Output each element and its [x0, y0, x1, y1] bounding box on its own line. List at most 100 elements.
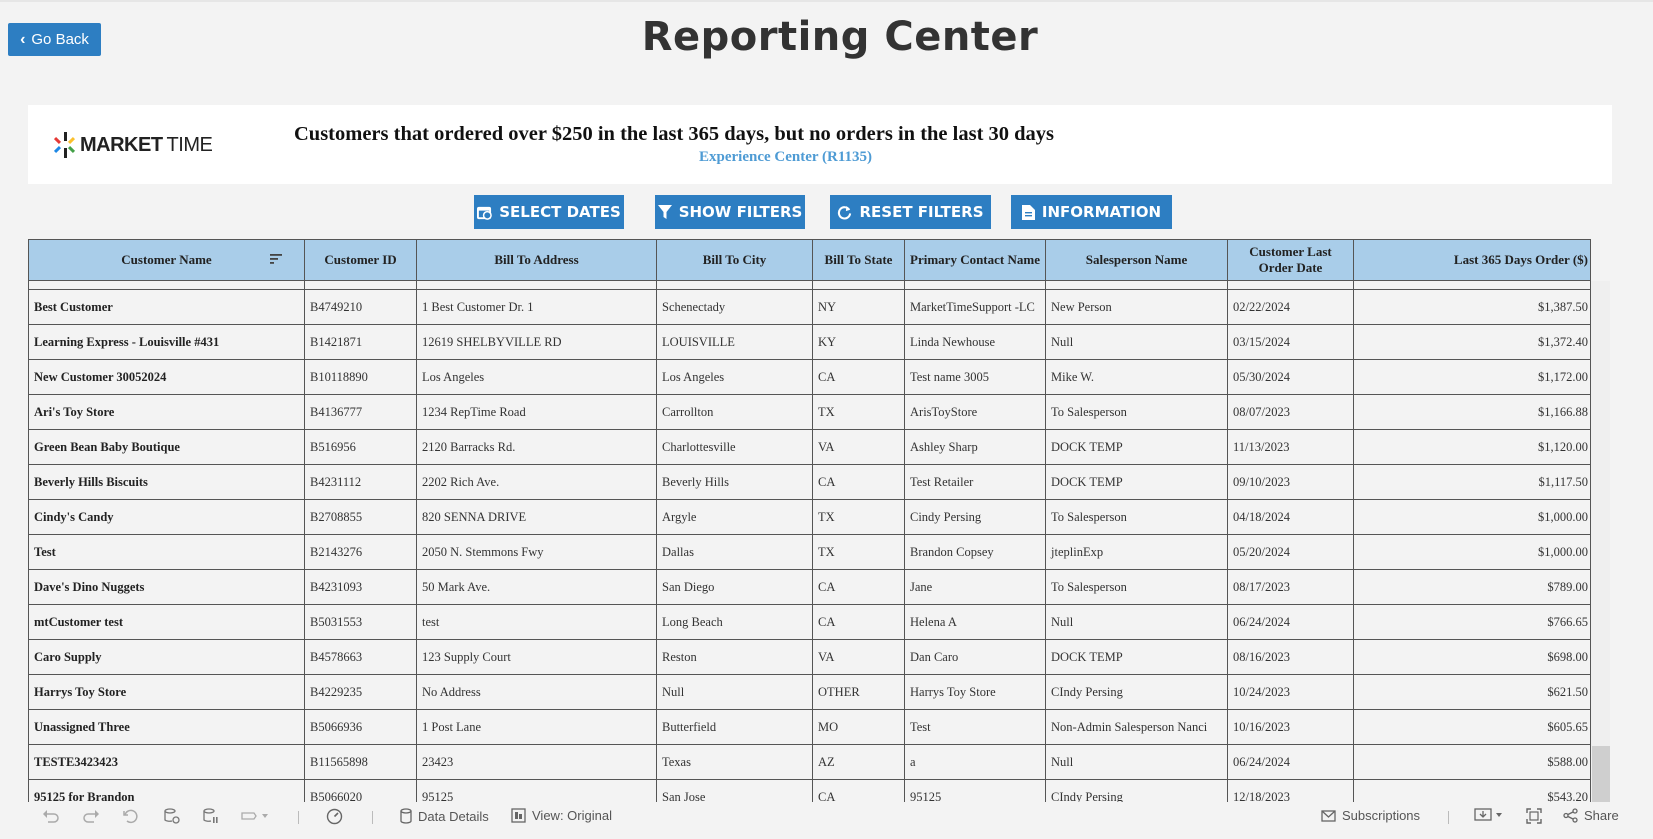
cell-city[interactable]: Carrollton	[656, 394, 813, 430]
cell-salesperson[interactable]: DOCK TEMP	[1045, 639, 1228, 675]
select-dates-button[interactable]: SELECT DATES	[474, 195, 624, 229]
cell-customer-id[interactable]: B4231093	[304, 569, 417, 605]
cell-salesperson[interactable]: CIndy Persing	[1045, 674, 1228, 710]
cell-address[interactable]: 1 Post Lane	[416, 709, 657, 745]
cell-state[interactable]: KY	[812, 324, 905, 360]
cell-customer-id[interactable]: B4229235	[304, 674, 417, 710]
col-primary-contact[interactable]: Primary Contact Name	[904, 239, 1046, 281]
cell-last-order-date[interactable]: 03/15/2024	[1227, 324, 1354, 360]
cell-salesperson[interactable]: Null	[1045, 744, 1228, 780]
sort-icon[interactable]	[270, 253, 282, 265]
table-row[interactable]: Caro Supply B4578663 123 Supply Court Resto…	[28, 639, 1591, 675]
download-button[interactable]	[1474, 808, 1506, 824]
vertical-scrollbar[interactable]	[1591, 281, 1610, 802]
cell-address[interactable]: test	[416, 604, 657, 640]
cell-state[interactable]: NY	[812, 289, 905, 325]
cell-contact[interactable]: Jane	[904, 569, 1046, 605]
performance-button[interactable]	[326, 808, 343, 825]
cell-contact[interactable]: Test Retailer	[904, 464, 1046, 500]
cell-state[interactable]: MO	[812, 709, 905, 745]
cell-salesperson[interactable]: jteplinExp	[1045, 534, 1228, 570]
cell-address[interactable]: 23423	[416, 744, 657, 780]
cell-customer-id[interactable]: B4749210	[304, 289, 417, 325]
cell-customer-name[interactable]: 95125 for Brandon	[28, 779, 305, 802]
col-customer-name[interactable]: Customer Name	[28, 239, 305, 281]
table-row[interactable]: Harrys Toy Store B4229235 No Address Null OT…	[28, 674, 1591, 710]
cell-customer-name[interactable]: Green Bean Baby Boutique	[28, 429, 305, 465]
cell-customer-id[interactable]: B4136777	[304, 394, 417, 430]
cell-city[interactable]: Charlottesville	[656, 429, 813, 465]
cell-salesperson[interactable]: Null	[1045, 324, 1228, 360]
cell-salesperson[interactable]: To Salesperson	[1045, 499, 1228, 535]
cell-address[interactable]: 1234 RepTime Road	[416, 394, 657, 430]
cell-city[interactable]: Butterfield	[656, 709, 813, 745]
cell-order-total[interactable]: $1,387.50	[1353, 289, 1591, 325]
cell-state[interactable]: CA	[812, 604, 905, 640]
cell-order-total[interactable]: $621.50	[1353, 674, 1591, 710]
cell-state[interactable]: TX	[812, 394, 905, 430]
cell-address[interactable]: Los Angeles	[416, 359, 657, 395]
cell-customer-id[interactable]: B4578663	[304, 639, 417, 675]
table-row[interactable]: TESTE3423423 B11565898 23423 Texas AZ a Null 06…	[28, 744, 1591, 780]
cell-order-total[interactable]: $605.65	[1353, 709, 1591, 745]
cell-order-total[interactable]: $588.00	[1353, 744, 1591, 780]
cell-customer-name[interactable]: Unassigned Three	[28, 709, 305, 745]
scrollbar-thumb[interactable]	[1592, 746, 1610, 802]
cell-city[interactable]: Null	[656, 674, 813, 710]
cell-customer-name[interactable]: Cindy's Candy	[28, 499, 305, 535]
cell-order-total[interactable]: $1,000.00	[1353, 534, 1591, 570]
device-layout-button[interactable]	[240, 808, 270, 824]
cell-salesperson[interactable]: Mike W.	[1045, 359, 1228, 395]
cell-order-total[interactable]: $789.00	[1353, 569, 1591, 605]
cell-customer-id[interactable]: B10118890	[304, 359, 417, 395]
cell-city[interactable]: San Diego	[656, 569, 813, 605]
cell-last-order-date[interactable]: 10/24/2023	[1227, 674, 1354, 710]
cell-customer-id[interactable]: B5031553	[304, 604, 417, 640]
report-table-container[interactable]: Customer Name Customer ID Bill To Addres…	[28, 239, 1628, 802]
cell-contact[interactable]: 95125	[904, 779, 1046, 802]
cell-customer-id[interactable]: B5066020	[304, 779, 417, 802]
table-row[interactable]: Ari's Toy Store B4136777 1234 RepTime Road…	[28, 394, 1591, 430]
cell-order-total[interactable]: $1,166.88	[1353, 394, 1591, 430]
cell-city[interactable]: Los Angeles	[656, 359, 813, 395]
cell-customer-id[interactable]: B1421871	[304, 324, 417, 360]
cell-customer-id[interactable]: B2143276	[304, 534, 417, 570]
cell-city[interactable]: Beverly Hills	[656, 464, 813, 500]
table-row[interactable]: Cindy's Candy B2708855 820 SENNA DRIVE Argy…	[28, 499, 1591, 535]
col-bill-to-address[interactable]: Bill To Address	[416, 239, 657, 281]
cell-order-total[interactable]: $766.65	[1353, 604, 1591, 640]
cell-city[interactable]: Argyle	[656, 499, 813, 535]
cell-last-order-date[interactable]: 08/07/2023	[1227, 394, 1354, 430]
cell-salesperson[interactable]: Non-Admin Salesperson Nanci	[1045, 709, 1228, 745]
share-button[interactable]: Share	[1563, 808, 1619, 823]
cell-city[interactable]: Long Beach	[656, 604, 813, 640]
cell-order-total[interactable]: $543.20	[1353, 779, 1591, 802]
cell-contact[interactable]: a	[904, 744, 1046, 780]
cell-last-order-date[interactable]: 04/18/2024	[1227, 499, 1354, 535]
col-bill-to-state[interactable]: Bill To State	[812, 239, 905, 281]
table-row[interactable]: Green Bean Baby Boutique B516956 2120 Barr…	[28, 429, 1591, 465]
cell-customer-name[interactable]: Ari's Toy Store	[28, 394, 305, 430]
pause-updates-button[interactable]	[203, 808, 219, 824]
col-last-order-date[interactable]: Customer Last Order Date	[1227, 239, 1354, 281]
cell-contact[interactable]: Test name 3005	[904, 359, 1046, 395]
cell-customer-name[interactable]: Caro Supply	[28, 639, 305, 675]
cell-customer-id[interactable]: B516956	[304, 429, 417, 465]
table-row[interactable]: Best Customer B4749210 1 Best Customer Dr.…	[28, 289, 1591, 325]
cell-last-order-date[interactable]: 09/10/2023	[1227, 464, 1354, 500]
col-bill-to-city[interactable]: Bill To City	[656, 239, 813, 281]
cell-customer-name[interactable]: Beverly Hills Biscuits	[28, 464, 305, 500]
cell-order-total[interactable]: $1,117.50	[1353, 464, 1591, 500]
table-row[interactable]: mtCustomer test B5031553 test Long Beach CA H…	[28, 604, 1591, 640]
cell-city[interactable]: Schenectady	[656, 289, 813, 325]
cell-customer-name[interactable]: Dave's Dino Nuggets	[28, 569, 305, 605]
cell-customer-id[interactable]: B11565898	[304, 744, 417, 780]
cell-order-total[interactable]: $1,120.00	[1353, 429, 1591, 465]
cell-order-total[interactable]: $698.00	[1353, 639, 1591, 675]
cell-customer-name[interactable]: New Customer 30052024	[28, 359, 305, 395]
cell-last-order-date[interactable]: 02/22/2024	[1227, 289, 1354, 325]
cell-customer-id[interactable]: B4231112	[304, 464, 417, 500]
cell-address[interactable]: 12619 SHELBYVILLE RD	[416, 324, 657, 360]
cell-last-order-date[interactable]: 08/17/2023	[1227, 569, 1354, 605]
cell-last-order-date[interactable]: 05/20/2024	[1227, 534, 1354, 570]
